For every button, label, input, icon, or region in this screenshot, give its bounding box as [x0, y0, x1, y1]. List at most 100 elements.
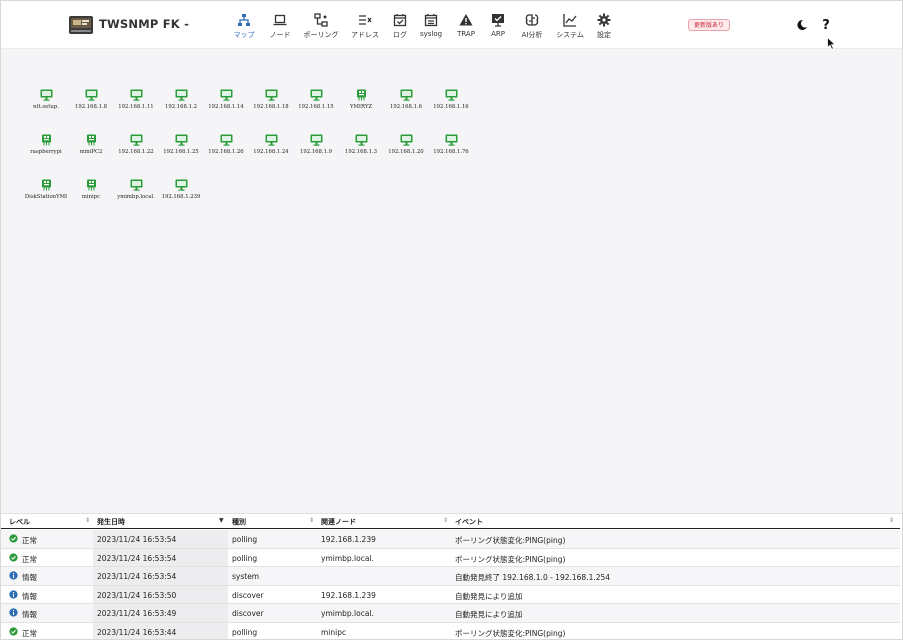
map-node[interactable]: YMIRYZ — [339, 89, 383, 110]
event-cell: 自動発見により追加 — [455, 591, 523, 601]
desktop-icon — [310, 89, 322, 101]
help-button[interactable]: ? — [816, 15, 836, 35]
map-node[interactable]: 192.168.1.14 — [204, 89, 248, 110]
line-chart-icon — [563, 14, 577, 27]
column-header-event[interactable]: イベント — [455, 517, 483, 527]
nav-item-map[interactable]: マップ — [227, 1, 261, 49]
map-node[interactable]: 192.168.1.22 — [114, 134, 158, 155]
map-node-label: 192.168.1.239 — [161, 194, 201, 200]
map-node[interactable]: 192.168.1.25 — [159, 134, 203, 155]
nav-item-arp[interactable]: ARP — [483, 1, 513, 49]
map-node[interactable]: ymimbp.local. — [114, 179, 158, 200]
map-node[interactable]: 192.168.1.239 — [159, 179, 203, 200]
map-node[interactable]: minipc — [69, 179, 113, 200]
raspberry-pi-icon — [41, 179, 51, 191]
map-node[interactable]: 192.168.1.8 — [69, 89, 113, 110]
desktop-icon — [220, 89, 232, 101]
nav-item-polling[interactable]: ポーリング — [299, 1, 343, 49]
map-node[interactable]: miniPC2 — [69, 134, 113, 155]
map-node[interactable]: 192.168.1.26 — [204, 134, 248, 155]
node-cell: 192.168.1.239 — [321, 590, 376, 600]
table-row[interactable]: 情報 2023/11/24 16:53:54 system 自動発見終了 192… — [1, 567, 900, 586]
event-log-table: レベル ⇕ 発生日時 ▼ 種別 ⇕ 関連ノード ⇕ イベント ⇕ 正常 2023… — [1, 513, 902, 639]
map-node[interactable]: 192.168.1.6 — [384, 89, 428, 110]
nav-item-label: TRAP — [457, 30, 475, 38]
table-row[interactable]: 情報 2023/11/24 16:53:49 discover ymimbp.l… — [1, 604, 900, 623]
sort-desc-icon[interactable]: ▼ — [219, 517, 224, 524]
column-header-type[interactable]: 種別 — [232, 517, 246, 527]
column-header-node[interactable]: 関連ノード — [321, 517, 356, 527]
column-header-level[interactable]: レベル — [9, 517, 30, 527]
map-node-label: 192.168.1.18 — [253, 104, 289, 110]
level-cell: 情報 — [22, 610, 37, 620]
app-window: TWSNMP FK - マップ ノード ポーリング アドレス ログ syslog… — [0, 0, 903, 640]
map-node[interactable]: 192.168.1.15 — [294, 89, 338, 110]
nav-item-settings[interactable]: 設定 — [589, 1, 619, 49]
desktop-icon — [175, 179, 187, 191]
table-row[interactable]: 正常 2023/11/24 16:53:54 polling ymimbp.lo… — [1, 548, 900, 568]
node-cell: minipc — [321, 628, 347, 637]
sort-icon[interactable]: ⇕ — [309, 517, 314, 524]
nav-item-address[interactable]: アドレス — [343, 1, 387, 49]
desktop-icon — [130, 134, 142, 146]
level-cell: 正常 — [22, 629, 37, 638]
map-node[interactable]: 192.168.1.18 — [249, 89, 293, 110]
twsnmp-logo-icon[interactable] — [68, 13, 94, 37]
time-cell: 2023/11/24 16:53:54 — [97, 553, 177, 563]
map-node[interactable]: 192.168.1.11 — [114, 89, 158, 110]
map-node[interactable]: 192.168.1.20 — [384, 134, 428, 155]
column-header-time[interactable]: 発生日時 — [97, 517, 125, 527]
event-cell: ポーリング状態変化:PING(ping) — [455, 554, 566, 564]
table-row[interactable]: 正常 2023/11/24 16:53:44 polling minipc ポー… — [1, 623, 900, 639]
check-circle-icon — [9, 534, 18, 543]
monitor-check-icon — [492, 14, 504, 27]
map-node[interactable]: raspberrypi — [24, 134, 68, 155]
map-node[interactable]: 192.168.1.3 — [339, 134, 383, 155]
nav-item-trap[interactable]: TRAP — [449, 1, 483, 49]
map-node[interactable]: 192.168.1.16 — [429, 89, 473, 110]
time-cell: 2023/11/24 16:53:49 — [97, 609, 177, 619]
nav-item-syslog[interactable]: syslog — [413, 1, 449, 49]
info-circle-icon — [9, 608, 18, 618]
nav-item-label: アドレス — [351, 31, 379, 39]
time-cell: 2023/11/24 16:53:54 — [97, 572, 177, 582]
nav-item-label: ログ — [393, 31, 407, 39]
map-node[interactable]: ntt.setup. — [24, 89, 68, 110]
map-node[interactable]: 192.168.1.2 — [159, 89, 203, 110]
table-row[interactable]: 情報 2023/11/24 16:53:50 discover 192.168.… — [1, 585, 900, 605]
nav-item-log[interactable]: ログ — [387, 1, 413, 49]
nav-item-label: マップ — [233, 31, 255, 39]
table-header: レベル ⇕ 発生日時 ▼ 種別 ⇕ 関連ノード ⇕ イベント ⇕ — [1, 514, 900, 529]
map-node[interactable]: 192.168.1.76 — [429, 134, 473, 155]
map-node[interactable]: 192.168.1.24 — [249, 134, 293, 155]
map-node-label: 192.168.1.11 — [118, 104, 154, 110]
desktop-icon — [130, 179, 142, 191]
nav-item-ai[interactable]: AI分析 — [513, 1, 551, 49]
table-row[interactable]: 正常 2023/11/24 16:53:54 polling 192.168.1… — [1, 530, 900, 549]
map-node[interactable]: 192.168.1.9 — [294, 134, 338, 155]
event-cell: ポーリング状態変化:PING(ping) — [455, 536, 566, 545]
warning-triangle-icon — [459, 14, 473, 26]
info-circle-icon — [9, 590, 18, 599]
update-available-badge[interactable]: 更新版あり — [688, 19, 731, 31]
network-map[interactable]: ntt.setup. 192.168.1.8 192.168.1.11 192.… — [1, 49, 902, 513]
raspberry-pi-icon — [41, 134, 51, 146]
desktop-icon — [85, 89, 97, 101]
map-node-label: minipc — [81, 194, 101, 200]
nav-item-node[interactable]: ノード — [261, 1, 299, 49]
sort-icon[interactable]: ⇕ — [443, 517, 448, 524]
desktop-icon — [175, 89, 187, 101]
nav-item-label: syslog — [419, 30, 443, 38]
map-node[interactable]: DiskStationYMI — [24, 179, 68, 200]
polling-icon — [314, 13, 328, 27]
map-node-label: 192.168.1.16 — [433, 104, 469, 110]
map-node-label: 192.168.1.25 — [163, 149, 199, 155]
sort-icon[interactable]: ⇕ — [889, 517, 894, 524]
nav-item-system[interactable]: システム — [551, 1, 589, 49]
desktop-icon — [445, 89, 457, 101]
sort-icon[interactable]: ⇕ — [85, 517, 90, 524]
map-node-label: ntt.setup. — [33, 104, 59, 110]
map-node-label: 192.168.1.8 — [74, 104, 107, 110]
dark-mode-toggle[interactable] — [792, 15, 812, 35]
desktop-icon — [220, 134, 232, 146]
